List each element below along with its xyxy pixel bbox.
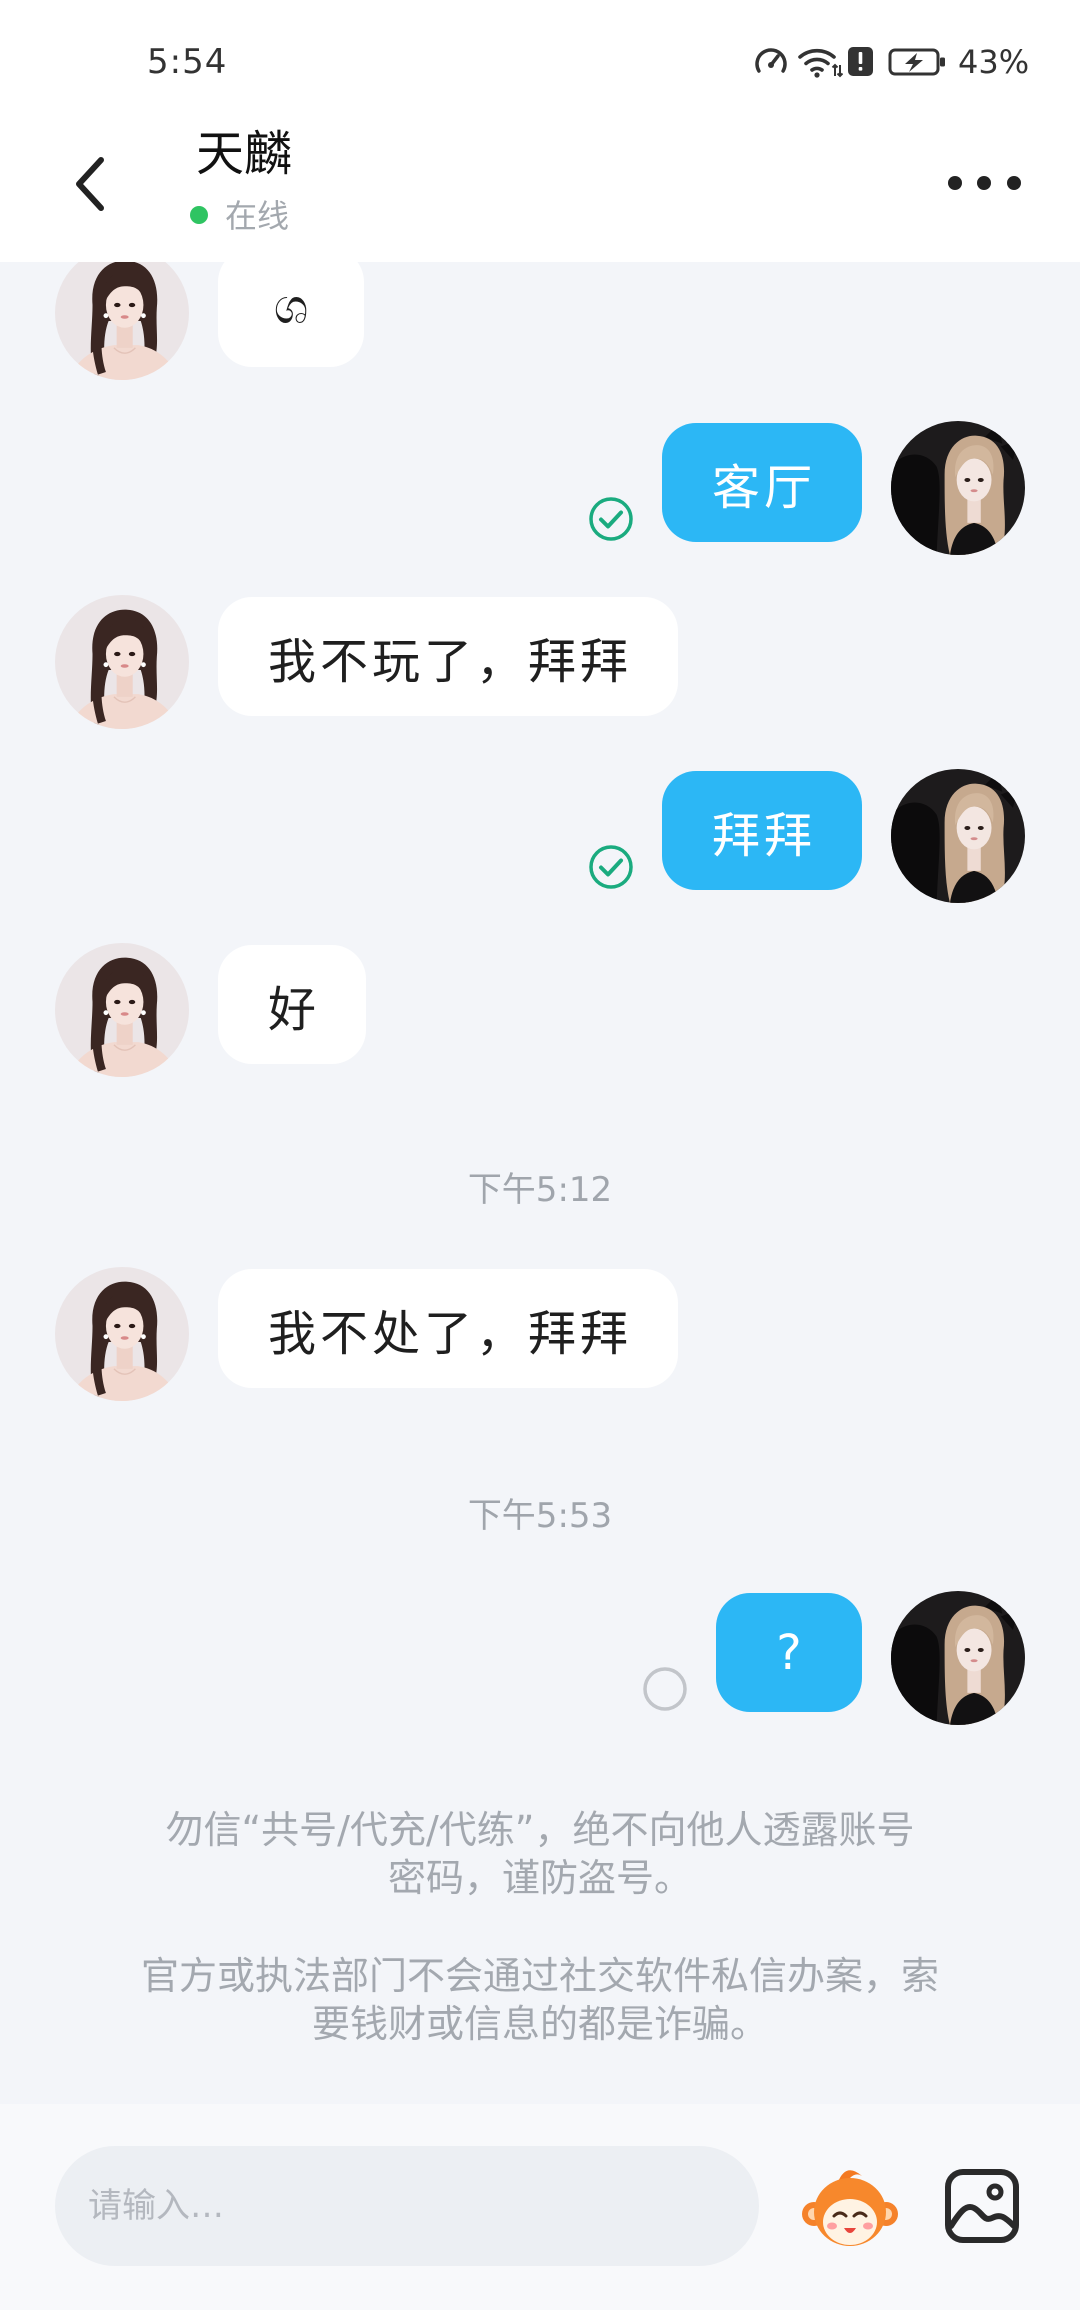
message-input[interactable] — [55, 2146, 759, 2266]
message-bubble[interactable]: 我不处了，拜拜 — [218, 1269, 679, 1388]
presence-dot — [190, 206, 208, 224]
message-bubble[interactable]: ශ — [218, 248, 364, 367]
message-bubble[interactable]: 客厅 — [661, 423, 862, 542]
safety-notice: 勿信“共号/代充/代练”，绝不向他人透露账号 密码，谨防盗号。 官方或执法部门不… — [0, 1806, 1080, 2048]
contact-avatar-image — [55, 943, 189, 1077]
contact-avatar-image — [55, 595, 189, 729]
check-circle-icon — [588, 844, 634, 890]
message-row-outgoing: ? — [0, 1591, 1080, 1725]
message-bubble[interactable]: 好 — [218, 945, 367, 1064]
message-text: ? — [776, 1624, 806, 1681]
self-avatar[interactable] — [891, 769, 1025, 903]
image-button[interactable] — [944, 2168, 1020, 2244]
speed-gauge-icon — [755, 48, 787, 73]
contact-avatar[interactable] — [55, 943, 189, 1077]
alert-icon — [848, 47, 873, 76]
self-avatar-image — [891, 1591, 1025, 1725]
status-time: 5:54 — [147, 42, 228, 82]
chat-screen: ශ 客厅 我不玩了，拜拜 拜拜 好 下午5:12 我不处了，拜拜 下午5:53 … — [0, 0, 1080, 2310]
battery-percent: 43% — [958, 43, 1030, 81]
chevron-left-icon — [76, 157, 104, 211]
message-row-outgoing: 拜拜 — [0, 769, 1080, 903]
contact-avatar-image — [55, 246, 189, 380]
message-text: 我不处了，拜拜 — [268, 1305, 633, 1362]
message-row-outgoing: 客厅 — [0, 421, 1080, 555]
notice-line: 官方或执法部门不会通过社交软件私信办案，索 — [140, 1954, 939, 1998]
image-picker-icon — [945, 2169, 1019, 2243]
message-text: ශ — [273, 279, 313, 335]
contact-avatar[interactable] — [55, 1267, 189, 1401]
message-bubble[interactable]: ? — [716, 1593, 862, 1712]
wifi-icon — [798, 48, 843, 78]
message-timestamp: 下午5:53 — [467, 1496, 613, 1536]
more-button[interactable] — [935, 160, 1035, 206]
message-row-incoming: 好 — [0, 943, 1080, 1077]
check-circle-icon — [588, 496, 634, 542]
notice-line: 要钱财或信息的都是诈骗。 — [311, 2002, 768, 2046]
message-row-incoming: ශ — [0, 246, 1080, 380]
composer-bar — [0, 2104, 1080, 2310]
contact-name[interactable]: 天麟 — [196, 124, 292, 184]
self-avatar-image — [891, 769, 1025, 903]
sticker-button[interactable] — [800, 2158, 900, 2258]
message-row-incoming: 我不玩了，拜拜 — [0, 595, 1080, 729]
notice-line: 密码，谨防盗号。 — [387, 1856, 692, 1900]
notice-paragraph: 勿信“共号/代充/代练”，绝不向他人透露账号 密码，谨防盗号。 — [0, 1806, 1080, 1902]
notice-paragraph: 官方或执法部门不会通过社交软件私信办案，索 要钱财或信息的都是诈骗。 — [0, 1952, 1080, 2048]
presence-label: 在线 — [225, 197, 290, 235]
contact-avatar-image — [55, 1267, 189, 1401]
self-avatar[interactable] — [891, 1591, 1025, 1725]
message-timestamp: 下午5:12 — [467, 1170, 613, 1210]
self-avatar[interactable] — [891, 421, 1025, 555]
message-bubble[interactable]: 拜拜 — [661, 771, 862, 890]
outgoing-message-wrap: ? — [642, 1593, 862, 1712]
battery-charging-icon — [888, 48, 945, 76]
contact-avatar[interactable] — [55, 595, 189, 729]
message-bubble[interactable]: 我不玩了，拜拜 — [218, 597, 679, 716]
outgoing-message-wrap: 拜拜 — [588, 771, 862, 890]
top-bar: 5:54 43% 天麟 在线 — [0, 0, 1080, 262]
self-avatar-image — [891, 421, 1025, 555]
message-text: 好 — [268, 981, 321, 1038]
more-horizontal-icon — [948, 176, 1021, 190]
outgoing-message-wrap: 客厅 — [588, 423, 862, 542]
message-row-incoming: 我不处了，拜拜 — [0, 1267, 1080, 1401]
notice-line: 勿信“共号/代充/代练”，绝不向他人透露账号 — [165, 1808, 915, 1852]
message-text: 拜拜 — [711, 807, 816, 864]
back-button[interactable] — [58, 146, 122, 222]
message-text: 客厅 — [711, 459, 816, 516]
contact-avatar[interactable] — [55, 246, 189, 380]
pending-circle-icon — [642, 1666, 688, 1712]
mascot-sticker-icon — [802, 2170, 898, 2246]
message-text: 我不玩了，拜拜 — [268, 633, 633, 690]
